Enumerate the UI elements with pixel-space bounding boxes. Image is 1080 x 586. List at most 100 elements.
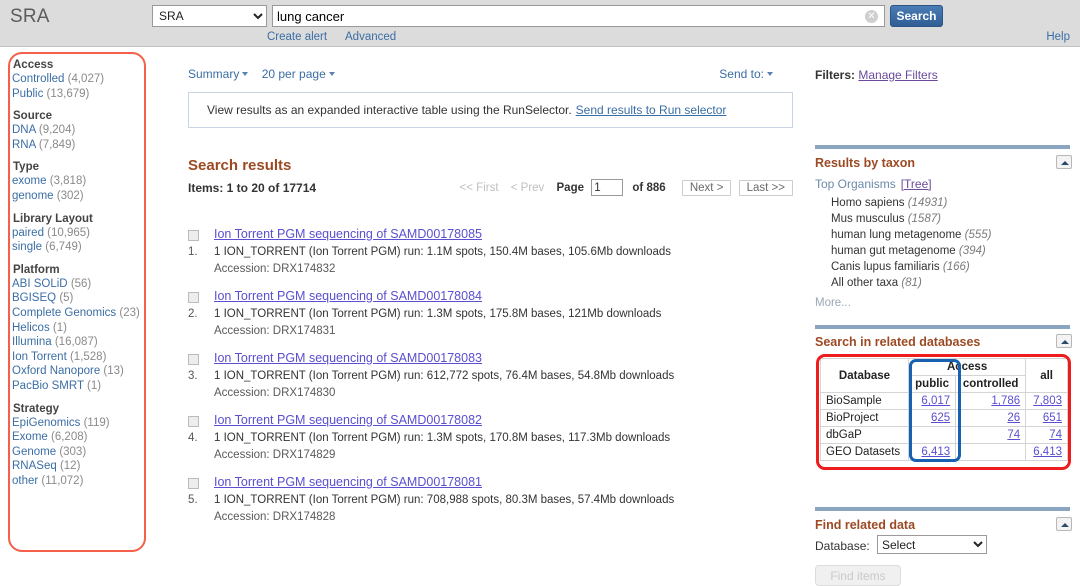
taxon-name: Homo sapiens	[831, 197, 905, 209]
facet-item-bgiseq[interactable]: BGISEQ (5)	[12, 291, 152, 306]
result-title-link[interactable]: Ion Torrent PGM sequencing of SAMD001780…	[214, 289, 482, 303]
collapse-related-databases-icon[interactable]	[1056, 334, 1072, 348]
cell-controlled-link[interactable]: 74	[1007, 429, 1020, 441]
collapse-taxon-icon[interactable]	[1056, 155, 1072, 169]
facet-item-count: (23)	[119, 306, 140, 319]
result-checkbox[interactable]	[188, 230, 199, 241]
cell-all-link[interactable]: 651	[1043, 412, 1062, 424]
facet-item-label: Public	[12, 87, 44, 100]
cell-all[interactable]: 7,803	[1025, 392, 1068, 410]
facet-item-dna[interactable]: DNA (9,204)	[12, 123, 152, 138]
taxon-item[interactable]: Mus musculus (1587)	[831, 213, 941, 225]
taxon-count: (14931)	[907, 197, 948, 209]
facet-item-complete-genomics[interactable]: Complete Genomics (23)	[12, 306, 152, 321]
cell-public	[907, 426, 957, 444]
facet-item-rnaseq[interactable]: RNASeq (12)	[12, 459, 152, 474]
result-checkbox[interactable]	[188, 354, 199, 365]
facet-item-single[interactable]: single (6,749)	[12, 240, 152, 255]
cell-all-link[interactable]: 6,413	[1033, 446, 1062, 458]
taxon-item[interactable]: human lung metagenome (555)	[831, 229, 991, 241]
cell-public[interactable]: 6,413	[907, 443, 957, 461]
table-body: BioSample 6,017 1,786 7,803 BioProject 625 26 6…	[820, 392, 1068, 461]
manage-filters-link[interactable]: Manage Filters	[858, 68, 937, 82]
facet-item-other[interactable]: other (11,072)	[12, 474, 152, 489]
clear-icon[interactable]: ✕	[865, 10, 878, 23]
cell-public-link[interactable]: 625	[931, 412, 950, 424]
advanced-search-link[interactable]: Advanced	[345, 31, 396, 43]
search-box[interactable]: ✕	[272, 5, 885, 27]
last-page-button[interactable]: Last >>	[738, 179, 793, 196]
per-page-dropdown[interactable]: 20 per page	[262, 67, 335, 81]
facet-item-oxford-nanopore[interactable]: Oxford Nanopore (13)	[12, 364, 152, 379]
taxon-tree-link[interactable]: [Tree]	[901, 177, 932, 191]
result-title-link[interactable]: Ion Torrent PGM sequencing of SAMD001780…	[214, 351, 482, 365]
taxon-more-link[interactable]: More...	[815, 297, 851, 309]
cell-public-link[interactable]: 6,017	[921, 395, 950, 407]
result-checkbox[interactable]	[188, 478, 199, 489]
facet-item-abi-solid[interactable]: ABI SOLiD (56)	[12, 277, 152, 292]
cell-all[interactable]: 6,413	[1025, 443, 1068, 461]
facet-item-exome[interactable]: Exome (6,208)	[12, 430, 152, 445]
first-page-button[interactable]: << First	[460, 182, 499, 194]
cell-database: BioProject	[820, 409, 909, 427]
cell-controlled[interactable]: 74	[955, 426, 1027, 444]
cell-all[interactable]: 74	[1025, 426, 1068, 444]
search-input[interactable]	[273, 6, 853, 26]
facet-item-genome[interactable]: genome (302)	[12, 189, 152, 204]
facet-item-ion-torrent[interactable]: Ion Torrent (1,528)	[12, 350, 152, 365]
send-to-dropdown[interactable]: Send to:	[719, 67, 773, 81]
database-select[interactable]: SRA	[152, 5, 267, 27]
taxon-item[interactable]: human gut metagenome (394)	[831, 245, 986, 257]
cell-public-link[interactable]: 6,413	[921, 446, 950, 458]
facet-group-title: Library Layout	[13, 212, 93, 225]
next-page-button[interactable]: Next >	[681, 179, 732, 196]
facet-item-label: exome	[12, 175, 47, 188]
taxon-item[interactable]: Canis lupus familiaris (166)	[831, 261, 970, 273]
facet-item-epigenomics[interactable]: EpiGenomics (119)	[12, 416, 152, 431]
find-related-database-select[interactable]: Select	[877, 535, 987, 554]
facet-item-helicos[interactable]: Helicos (1)	[12, 321, 152, 336]
cell-controlled[interactable]: 1,786	[955, 392, 1027, 410]
page-number-input[interactable]	[591, 179, 624, 196]
result-title-link[interactable]: Ion Torrent PGM sequencing of SAMD001780…	[214, 413, 482, 427]
cell-controlled-link[interactable]: 1,786	[991, 395, 1020, 407]
result-title-link[interactable]: Ion Torrent PGM sequencing of SAMD001780…	[214, 475, 482, 489]
cell-controlled[interactable]: 26	[955, 409, 1027, 427]
cell-database: BioSample	[820, 392, 909, 410]
create-alert-link[interactable]: Create alert	[267, 31, 327, 43]
facet-item-illumina[interactable]: Illumina (16,087)	[12, 335, 152, 350]
facet-item-count: (303)	[59, 445, 87, 458]
result-checkbox[interactable]	[188, 416, 199, 427]
cell-all-link[interactable]: 7,803	[1033, 395, 1062, 407]
facet-item-rna[interactable]: RNA (7,849)	[12, 138, 152, 153]
facet-item-count: (13)	[103, 365, 124, 378]
facet-group: Type exome (3,818) genome (302)	[12, 161, 152, 203]
related-databases-heading: Search in related databases	[815, 335, 981, 349]
taxon-item[interactable]: Homo sapiens (14931)	[831, 197, 947, 209]
find-items-button[interactable]: Find items	[815, 565, 901, 586]
cell-all-link[interactable]: 74	[1049, 429, 1062, 441]
facet-item-paired[interactable]: paired (10,965)	[12, 226, 152, 241]
facet-item-controlled[interactable]: Controlled (4,027)	[12, 72, 152, 87]
cell-controlled-link[interactable]: 26	[1007, 412, 1020, 424]
prev-page-button[interactable]: < Prev	[511, 182, 545, 194]
result-title-link[interactable]: Ion Torrent PGM sequencing of SAMD001780…	[214, 227, 482, 241]
search-button[interactable]: Search	[890, 5, 943, 27]
site-logo: SRA	[10, 6, 50, 27]
result-checkbox[interactable]	[188, 292, 199, 303]
send-to-label: Send to:	[719, 67, 764, 81]
cell-public[interactable]: 625	[907, 409, 957, 427]
send-results-to-run-selector-link[interactable]: Send results to Run selector	[576, 103, 727, 117]
facet-item-label: ABI SOLiD	[12, 277, 68, 290]
facet-item-pacbio-smrt[interactable]: PacBio SMRT (1)	[12, 379, 152, 394]
cell-public[interactable]: 6,017	[907, 392, 957, 410]
facet-item-exome[interactable]: exome (3,818)	[12, 174, 152, 189]
facet-item-genome[interactable]: Genome (303)	[12, 445, 152, 460]
facet-item-public[interactable]: Public (13,679)	[12, 87, 152, 102]
taxon-item[interactable]: All other taxa (81)	[831, 277, 922, 289]
collapse-find-related-icon[interactable]	[1056, 517, 1072, 531]
summary-dropdown[interactable]: Summary	[188, 67, 249, 81]
facet-item-count: (13,679)	[46, 87, 90, 100]
help-link[interactable]: Help	[1046, 31, 1070, 43]
cell-all[interactable]: 651	[1025, 409, 1068, 427]
